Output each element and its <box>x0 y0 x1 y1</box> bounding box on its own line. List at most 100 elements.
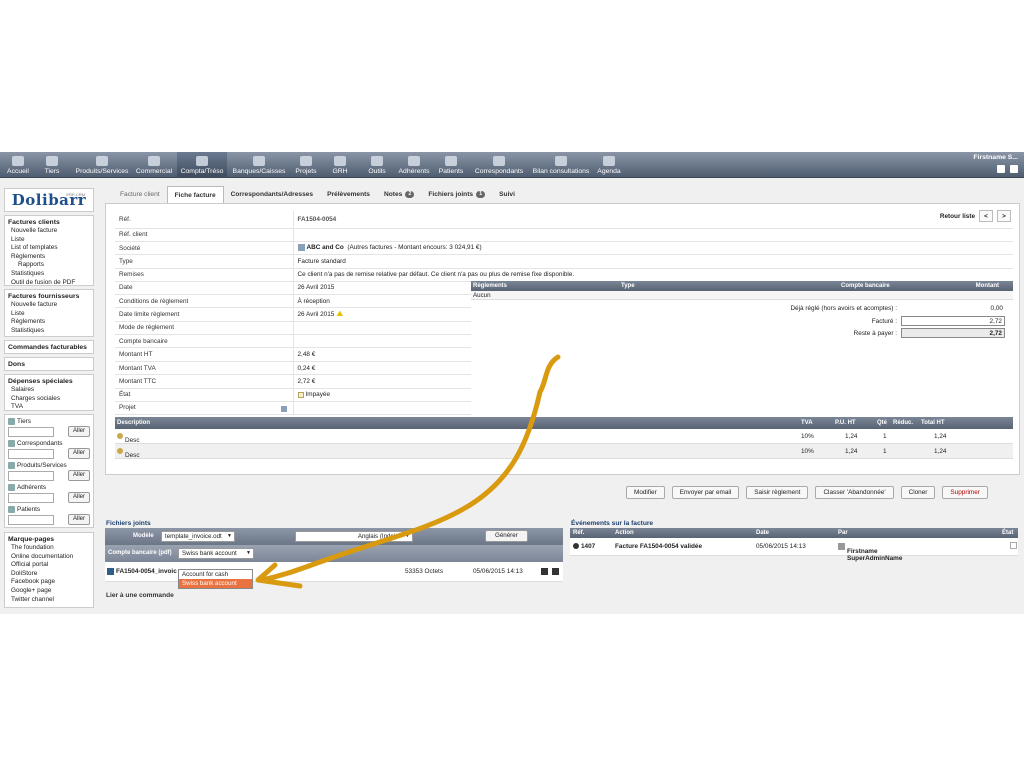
table-row: Société ABC and Co (Autres factures - Mon… <box>115 241 1013 256</box>
bookmark-link[interactable]: Official portal <box>8 561 90 570</box>
tab-correspondants[interactable]: Correspondants/Adresses <box>224 186 320 203</box>
bookmark-link[interactable]: Google+ page <box>8 587 90 596</box>
left-link[interactable]: Liste <box>8 310 90 319</box>
table-row: Mode de règlement <box>115 321 471 336</box>
dropdown-option-cash[interactable]: Account for cash <box>179 570 252 579</box>
left-link[interactable]: Liste <box>8 236 90 245</box>
left-link[interactable]: Nouvelle facture <box>8 301 90 310</box>
tab-fiche-facture[interactable]: Fiche facture <box>166 186 224 203</box>
menu-grh[interactable]: GRH <box>325 152 355 178</box>
search-patient-input[interactable] <box>8 514 54 525</box>
print-file-icon[interactable] <box>552 568 559 575</box>
search-tiers: Tiers Aller <box>8 417 90 437</box>
search-patient-button[interactable]: Aller <box>67 514 90 525</box>
menu-adherents[interactable]: Adhérents <box>396 152 432 178</box>
search-contact-input[interactable] <box>8 448 54 459</box>
tab-bar: Facture client Fiche facture Corresponda… <box>113 186 522 203</box>
menu-outils[interactable]: Outils <box>362 152 392 178</box>
dropdown-option-swiss[interactable]: Swiss bank account <box>179 579 252 588</box>
user-name[interactable]: Firstname S... <box>973 154 1018 161</box>
model-select[interactable]: template_invoice.odt <box>161 531 235 542</box>
pdf-file-icon <box>107 568 114 575</box>
left-link[interactable]: Salaires <box>8 386 90 395</box>
menu-accueil[interactable]: Accueil <box>4 152 32 178</box>
left-title[interactable]: Dons <box>8 360 90 369</box>
menu-correspondants[interactable]: Correspondants <box>471 152 527 178</box>
table-row[interactable]: Desc 10% 1,24 1 1,24 <box>115 429 1013 444</box>
search-member-input[interactable] <box>8 492 54 503</box>
invoice-lines: Description TVA P.U. HT Qté Réduc. Total… <box>115 417 1013 459</box>
modify-button[interactable]: Modifier <box>626 486 665 499</box>
file-link[interactable]: FA1504-0054_invoic <box>116 568 177 575</box>
menu-patients[interactable]: Patients <box>436 152 466 178</box>
menu-commercial[interactable]: Commercial <box>134 152 174 178</box>
bank-account-select[interactable]: Swiss bank account <box>178 548 254 559</box>
tab-facture-client[interactable]: Facture client <box>113 186 167 203</box>
enter-payment-button[interactable]: Saisir règlement <box>746 486 809 499</box>
table-row[interactable]: 1407 Facture FA1504-0054 validée 05/06/2… <box>570 538 1018 562</box>
delete-file-icon[interactable] <box>541 568 548 575</box>
left-link[interactable]: Rapports <box>8 261 90 270</box>
menu-bilan[interactable]: Bilan consultations <box>530 152 592 178</box>
generate-button[interactable]: Générer <box>485 530 528 542</box>
menu-projets[interactable]: Projets <box>292 152 320 178</box>
link-order-link[interactable]: Lier à une commande <box>106 592 174 599</box>
clone-button[interactable]: Cloner <box>900 486 936 499</box>
search-product-input[interactable] <box>8 470 54 481</box>
menu-produits[interactable]: Produits/Services <box>72 152 132 178</box>
language-select[interactable]: Anglais (Inde) <box>295 531 413 542</box>
search-product-button[interactable]: Aller <box>67 470 90 481</box>
bookmark-link[interactable]: DoliStore <box>8 570 90 579</box>
bookmark-link[interactable]: Online documentation <box>8 553 90 562</box>
left-link[interactable]: Règlements <box>8 253 90 262</box>
bookmark-link[interactable]: The foundation <box>8 544 90 553</box>
search-tiers-button[interactable]: Aller <box>67 426 90 437</box>
search-tiers-input[interactable] <box>8 426 54 437</box>
search-contact-button[interactable]: Aller <box>67 448 90 459</box>
print-icon[interactable] <box>997 165 1005 173</box>
invoice-ref: FA1504-0054 <box>292 211 1013 229</box>
left-link[interactable]: Statistiques <box>8 327 90 336</box>
other-invoices-link[interactable]: (Autres factures - Montant encours: 3 02… <box>347 245 481 252</box>
classify-abandoned-button[interactable]: Classer 'Abandonnée' <box>815 486 894 499</box>
left-link[interactable]: Règlements <box>8 318 90 327</box>
left-link[interactable]: List of templates <box>8 244 90 253</box>
bookmark-link[interactable]: Twitter channel <box>8 596 90 605</box>
building-icon <box>46 156 58 166</box>
bookmark-link[interactable]: Facebook page <box>8 578 90 587</box>
files-title: Fichiers joints <box>106 520 151 527</box>
left-link[interactable]: Nouvelle facture <box>8 227 90 236</box>
table-row[interactable]: Desc 10% 1,24 1 1,24 <box>115 444 1013 459</box>
left-link[interactable]: Outil de fusion de PDF <box>8 279 90 288</box>
events-title: Événements sur la facture <box>571 520 654 527</box>
search-produits: Produits/Services Aller <box>8 461 90 481</box>
search-member-button[interactable]: Aller <box>67 492 90 503</box>
edit-icon[interactable] <box>280 406 287 413</box>
left-title[interactable]: Commandes facturables <box>8 343 90 352</box>
table-row: Montant HT 2,48 € <box>115 347 471 362</box>
menu-tiers[interactable]: Tiers <box>38 152 66 178</box>
left-title[interactable]: Dépenses spéciales <box>8 377 90 386</box>
send-email-button[interactable]: Envoyer par email <box>671 486 740 499</box>
tab-notes[interactable]: Notes 2 <box>377 186 421 203</box>
company-icon <box>297 244 305 252</box>
left-link[interactable]: Charges sociales <box>8 395 90 404</box>
left-link[interactable]: TVA <box>8 403 90 412</box>
logo[interactable]: Dolibarr ERP-CRM <box>4 188 94 212</box>
hr-icon <box>334 156 346 166</box>
menu-banques[interactable]: Banques/Caisses <box>229 152 289 178</box>
project-icon <box>300 156 312 166</box>
product-icon <box>117 433 123 440</box>
menu-compta[interactable]: Compta/Tréso <box>177 152 227 178</box>
tab-suivi[interactable]: Suivi <box>492 186 522 203</box>
delete-button[interactable]: Supprimer <box>942 486 988 499</box>
left-link[interactable]: Statistiques <box>8 270 90 279</box>
left-title[interactable]: Factures clients <box>8 218 90 227</box>
tab-prelevements[interactable]: Prélèvements <box>320 186 377 203</box>
left-title[interactable]: Factures fournisseurs <box>8 292 90 301</box>
menu-agenda[interactable]: Agenda <box>594 152 624 178</box>
tab-fichiers-joints[interactable]: Fichiers joints 1 <box>421 186 492 203</box>
company-link[interactable]: ABC and Co <box>307 245 344 252</box>
logout-icon[interactable] <box>1010 165 1018 173</box>
calculator-icon <box>196 156 208 166</box>
